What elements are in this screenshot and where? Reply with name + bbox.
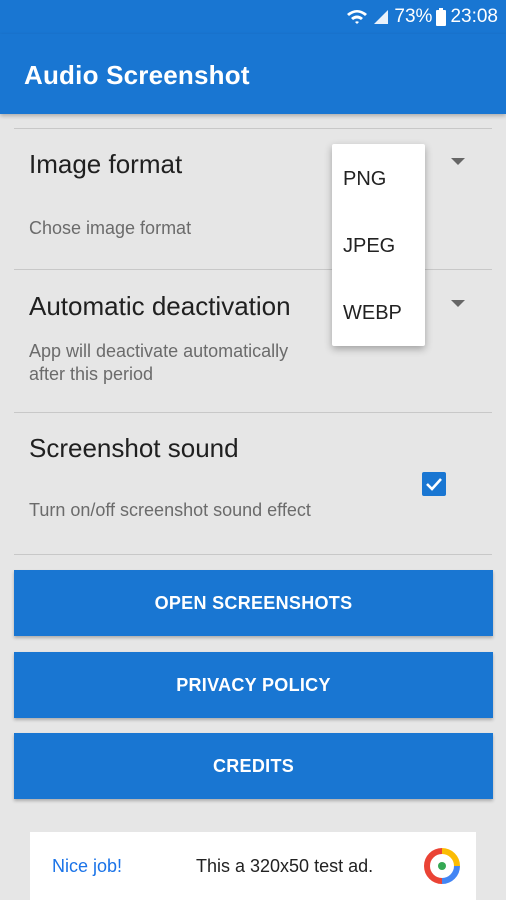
open-screenshots-button[interactable]: OPEN SCREENSHOTS [14,570,493,636]
battery-icon [436,8,447,26]
wifi-icon [346,8,368,26]
dropdown-arrow-icon[interactable] [451,158,465,165]
dropdown-arrow-icon[interactable] [451,300,465,307]
image-format-popup: PNG JPEG WEBP [332,144,425,346]
ad-text: This a 320x50 test ad. [196,856,374,876]
app-bar: Audio Screenshot [0,34,506,114]
setting-subtitle-line2: after this period [29,364,154,384]
ad-nice-job-text: Nice job! [52,856,123,876]
setting-subtitle: Turn on/off screenshot sound effect [29,500,311,520]
sound-checkbox[interactable] [422,472,446,496]
setting-subtitle: Chose image format [29,218,192,238]
battery-percent: 73% [394,6,433,27]
setting-subtitle-line1: App will deactivate automatically [29,341,289,361]
credits-button[interactable]: CREDITS [14,733,493,799]
setting-title: Image format [29,149,183,179]
format-option-png[interactable]: PNG [343,168,386,191]
signal-icon [372,8,390,26]
status-bar: 73% 23:08 [0,0,506,34]
app-title: Audio Screenshot [24,60,250,90]
ad-banner[interactable]: Nice job! This a 320x50 test ad. [30,832,476,900]
format-option-jpeg[interactable]: JPEG [343,235,395,258]
ad-logo-icon [423,848,460,889]
setting-screenshot-sound[interactable]: Screenshot sound Turn on/off screenshot … [14,413,492,555]
format-option-webp[interactable]: WEBP [343,302,402,325]
clock: 23:08 [450,6,498,27]
setting-title: Automatic deactivation [29,291,291,321]
privacy-policy-button[interactable]: PRIVACY POLICY [14,652,493,718]
setting-title: Screenshot sound [29,433,239,463]
